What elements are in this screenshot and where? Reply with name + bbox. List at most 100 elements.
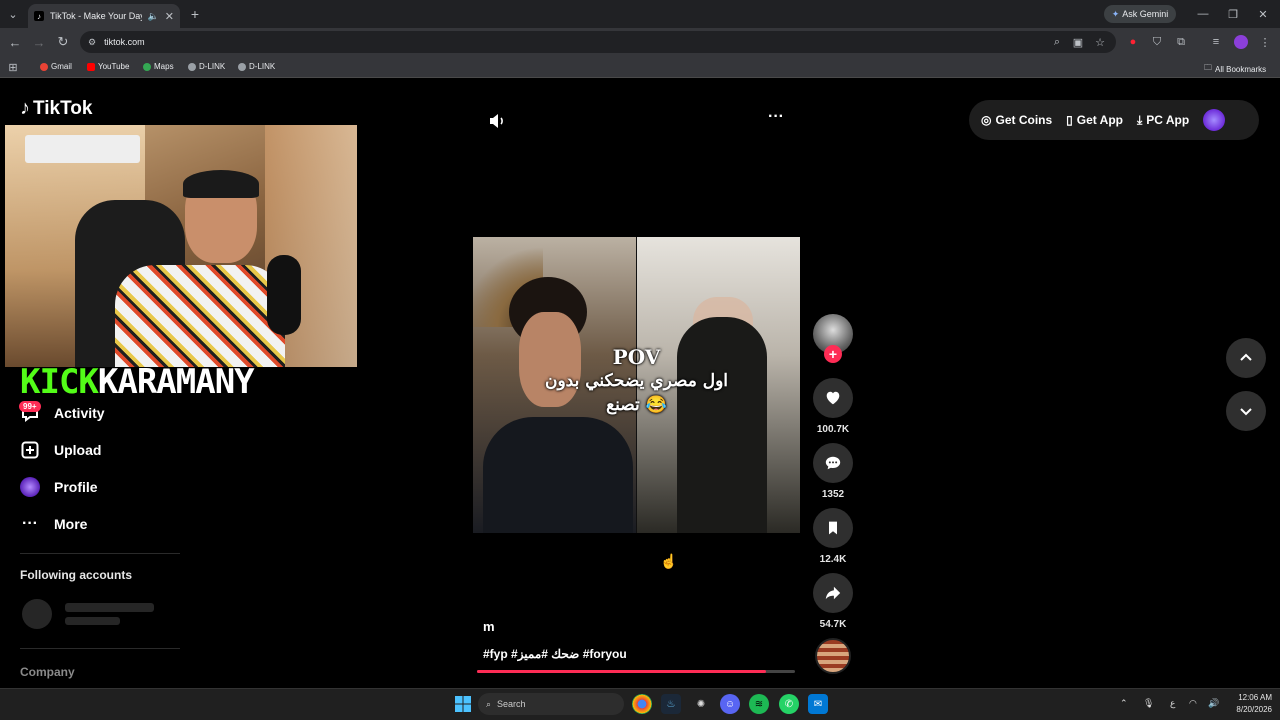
outlook-taskbar-icon[interactable]: ✉ <box>808 694 828 714</box>
taskbar-clock[interactable]: 12:06 AM 8/20/2026 <box>1228 692 1272 716</box>
get-coins-label: Get Coins <box>995 113 1053 127</box>
download-icon: ⤓ <box>1136 112 1143 127</box>
heart-icon <box>826 391 840 405</box>
video-hashtags[interactable]: #fyp #ضحك #مميز #foryou <box>483 647 627 661</box>
bookmark-gmail[interactable]: Gmail <box>40 62 72 71</box>
speaker-icon[interactable]: 🔈 <box>148 11 159 22</box>
media-control-icon[interactable]: ≡ <box>1209 35 1223 49</box>
nav-profile[interactable]: Profile <box>20 477 98 497</box>
save-button[interactable] <box>813 508 853 548</box>
share-button[interactable] <box>813 573 853 613</box>
pc-app-button[interactable]: ⤓ PC App <box>1137 113 1189 128</box>
next-video-button[interactable] <box>1226 391 1266 431</box>
notification-badge: 99+ <box>19 401 41 412</box>
boy-shirt <box>483 417 633 533</box>
minimize-button[interactable]: — <box>1196 7 1210 21</box>
sidebar-divider <box>20 648 180 649</box>
nav-more-label: More <box>54 516 88 532</box>
extensions-puzzle-icon[interactable]: ⧉ <box>1174 35 1188 49</box>
spotify-taskbar-icon[interactable]: ≋ <box>749 694 769 714</box>
chrome-taskbar-icon[interactable] <box>632 694 652 714</box>
cast-icon[interactable]: ▣ <box>1071 35 1085 49</box>
tab-search-icon[interactable]: ⌄ <box>6 7 20 21</box>
tray-overflow-icon[interactable]: ⌃ <box>1120 698 1128 709</box>
clock-time: 12:06 AM <box>1238 693 1272 702</box>
extension-shield-icon[interactable]: ⛉ <box>1150 35 1164 49</box>
taskbar-search-label: Search <box>497 699 526 709</box>
close-tab-icon[interactable]: ✕ <box>165 10 174 23</box>
whatsapp-taskbar-icon[interactable]: ✆ <box>779 694 799 714</box>
pc-app-label: PC App <box>1146 113 1190 127</box>
video-progress-fill <box>477 670 767 673</box>
tiktok-note-icon: ♪ <box>20 97 30 119</box>
apps-grid-icon[interactable]: ⊞ <box>6 60 20 74</box>
taskbar-search[interactable]: ⌕ Search <box>478 693 624 715</box>
reload-button[interactable]: ↻ <box>56 34 70 49</box>
streamer-webcam-overlay <box>5 125 357 367</box>
bookmark-dlink-2[interactable]: D-LINK <box>238 62 275 71</box>
chevron-up-icon <box>1240 353 1252 361</box>
discord-taskbar-icon[interactable]: ☺ <box>720 694 740 714</box>
close-window-button[interactable]: ✕ <box>1256 7 1270 21</box>
get-coins-button[interactable]: ◎ Get Coins <box>981 113 1052 127</box>
nav-upload[interactable]: Upload <box>20 440 101 460</box>
tiktok-logo[interactable]: ♪ TikTok <box>20 97 92 120</box>
address-bar[interactable]: ⚙ tiktok.com <box>80 31 1116 53</box>
chrome-menu-icon[interactable]: ⋮ <box>1258 35 1272 49</box>
back-button[interactable]: ← <box>8 35 22 50</box>
company-link[interactable]: Company <box>20 665 75 679</box>
comment-button[interactable] <box>813 443 853 483</box>
streamer-shirt <box>115 265 285 367</box>
maps-icon <box>143 62 151 71</box>
windows-start-icon[interactable] <box>455 696 471 712</box>
previous-video-button[interactable] <box>1226 338 1266 378</box>
save-count: 12.4K <box>819 554 847 565</box>
bookmark-youtube[interactable]: YouTube <box>87 62 129 71</box>
bookmark-dlink-1[interactable]: D-LINK <box>188 62 225 71</box>
bookmark-maps[interactable]: Maps <box>143 62 174 71</box>
steam-taskbar-icon[interactable]: ♨ <box>661 694 681 714</box>
wifi-icon[interactable]: ◠ <box>1189 698 1197 709</box>
logo-text: TikTok <box>33 97 93 119</box>
extension-red-icon[interactable]: ● <box>1126 35 1140 49</box>
nav-more[interactable]: ··· More <box>20 514 87 534</box>
zoom-icon[interactable]: ⌕ <box>1050 35 1064 49</box>
video-more-icon[interactable]: ··· <box>766 109 786 128</box>
globe-icon <box>188 62 196 71</box>
ask-gemini-button[interactable]: ✦ Ask Gemini <box>1104 5 1176 23</box>
chevron-down-icon <box>1240 408 1252 416</box>
gemini-icon: ✦ <box>1111 8 1120 19</box>
cursor-hand-icon: ☝ <box>660 553 678 569</box>
more-icon: ··· <box>22 515 38 532</box>
profile-avatar-icon[interactable] <box>1234 35 1248 49</box>
like-button[interactable] <box>813 378 853 418</box>
comment-count: 1352 <box>821 489 845 500</box>
new-tab-button[interactable]: + <box>188 6 202 22</box>
music-disc[interactable] <box>815 638 851 674</box>
search-icon: ⌕ <box>486 698 492 709</box>
browser-tab[interactable]: ♪ TikTok - Make Your Day 🔈 ✕ <box>28 4 180 28</box>
microphone-tray-icon[interactable]: 🎙 <box>1143 698 1154 709</box>
follow-plus-button[interactable]: + <box>824 345 842 363</box>
chatgpt-taskbar-icon[interactable]: ✺ <box>691 694 711 714</box>
forward-button[interactable]: → <box>32 35 46 50</box>
video-caption-overlay: POV اول مصري يضحكني بدون تصنع 😂 <box>544 345 729 415</box>
video-author[interactable]: m <box>483 619 495 634</box>
coin-icon: ◎ <box>981 113 992 127</box>
bookmark-star-icon[interactable]: ☆ <box>1093 35 1107 49</box>
video-frame: POV اول مصري يضحكني بدون تصنع 😂 <box>473 237 800 533</box>
site-info-icon[interactable]: ⚙ <box>88 37 96 48</box>
restore-button[interactable]: ❐ <box>1226 7 1240 21</box>
volume-icon[interactable] <box>487 111 507 131</box>
get-app-button[interactable]: ▯ Get App <box>1066 113 1123 127</box>
user-avatar[interactable] <box>1203 109 1226 131</box>
profile-icon <box>20 477 40 497</box>
volume-tray-icon[interactable]: 🔊 <box>1208 698 1219 709</box>
sidebar-divider <box>20 553 180 554</box>
url-text: tiktok.com <box>104 37 145 47</box>
upload-icon <box>20 440 40 460</box>
all-bookmarks[interactable]: 🗀 All Bookmarks <box>1204 62 1266 76</box>
language-indicator[interactable]: ع <box>1170 698 1175 709</box>
tiktok-favicon-icon: ♪ <box>34 11 44 21</box>
bookmark-icon <box>829 521 837 535</box>
